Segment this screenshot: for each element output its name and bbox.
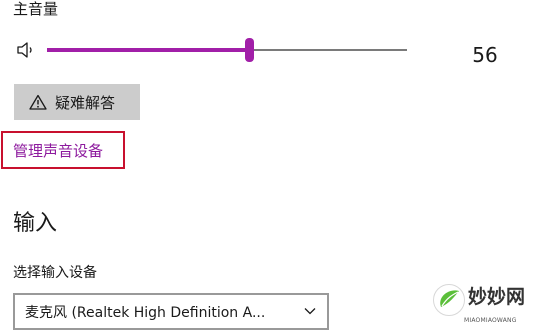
troubleshoot-label: 疑难解答: [55, 93, 116, 112]
select-input-device-label: 选择输入设备: [13, 265, 97, 281]
master-volume-slider[interactable]: [47, 38, 407, 62]
slider-thumb[interactable]: [245, 38, 254, 62]
watermark-subtitle: MIAOMIAOWANG: [464, 317, 517, 324]
selected-input-device: 麦克风 (Realtek High Definition A...: [25, 304, 266, 321]
input-section-heading: 输入: [13, 211, 58, 236]
watermark: 妙妙网 MIAOMIAOWANG: [430, 280, 538, 334]
manage-sound-devices-link[interactable]: 管理声音设备: [13, 142, 103, 160]
speaker-icon[interactable]: [16, 40, 38, 60]
watermark-name: 妙妙网: [468, 286, 526, 308]
master-volume-label: 主音量: [13, 0, 59, 18]
slider-fill: [47, 48, 249, 52]
watermark-logo-icon: [433, 284, 465, 316]
volume-value: 56: [472, 43, 498, 67]
warning-icon: [29, 94, 47, 110]
troubleshoot-button[interactable]: 疑难解答: [14, 84, 140, 120]
chevron-down-icon: [304, 308, 316, 315]
input-device-dropdown[interactable]: 麦克风 (Realtek High Definition A...: [13, 293, 329, 330]
